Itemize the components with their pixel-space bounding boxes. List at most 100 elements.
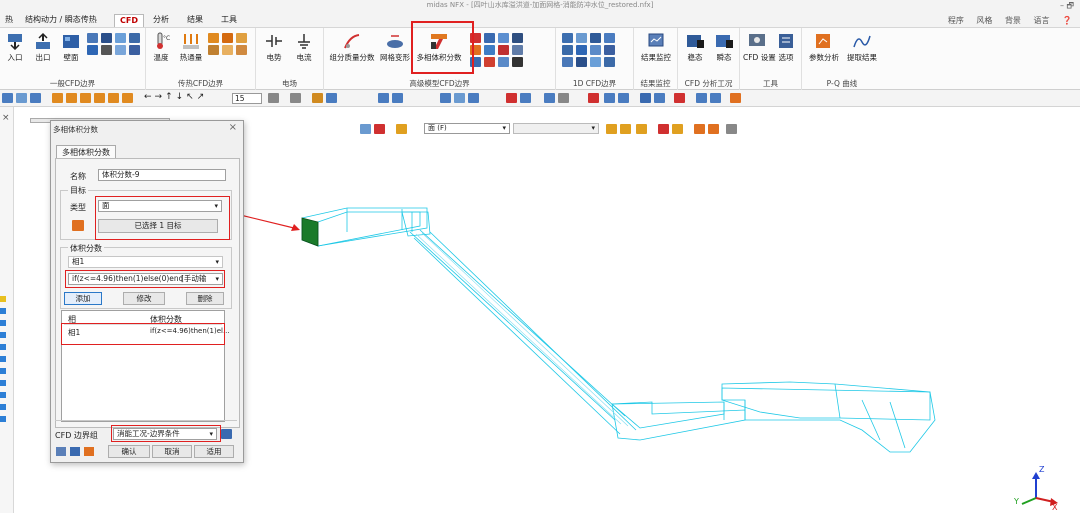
wall-button[interactable]: 壁面 <box>58 32 84 63</box>
grid-icon[interactable] <box>468 93 479 103</box>
parametric-analysis-button[interactable]: 参数分析 <box>806 32 842 63</box>
selected-face[interactable] <box>301 217 319 247</box>
panel-marker-icon[interactable] <box>0 332 6 338</box>
heat-tool-icon[interactable] <box>208 33 219 43</box>
advanced-tool-icon[interactable] <box>484 45 495 55</box>
advanced-tool-icon[interactable] <box>484 33 495 43</box>
modify-button[interactable]: 修改 <box>123 292 165 305</box>
advanced-tool-icon[interactable] <box>512 57 523 67</box>
select-icon[interactable] <box>658 124 669 134</box>
dialog-tool-icon[interactable] <box>70 447 80 456</box>
heat-tool-icon[interactable] <box>236 45 247 55</box>
select-icon[interactable] <box>606 124 617 134</box>
select-icon[interactable] <box>636 124 647 134</box>
tool-icon[interactable] <box>588 93 599 103</box>
options-button[interactable]: 选项 <box>772 32 800 63</box>
view-icon[interactable] <box>94 93 105 103</box>
mesh-deformation-button[interactable]: 网格变形 <box>378 32 412 63</box>
1d-tool-icon[interactable] <box>590 33 601 43</box>
select-icon[interactable] <box>672 124 683 134</box>
boundary-tool-icon[interactable] <box>115 45 126 55</box>
result-monitor-button[interactable]: 结果监控 <box>638 32 674 63</box>
display-icon[interactable] <box>378 93 389 103</box>
outlet-button[interactable]: 出口 <box>30 32 56 63</box>
menu-style[interactable]: 风格 <box>976 16 992 25</box>
tab-multiphase-volume-fraction[interactable]: 多相体积分数 <box>56 145 116 159</box>
menu-results[interactable]: 结果 <box>182 14 208 27</box>
select-icon[interactable] <box>726 124 737 134</box>
boundary-tool-icon[interactable] <box>87 45 98 55</box>
boundary-tool-icon[interactable] <box>101 33 112 43</box>
1d-tool-icon[interactable] <box>590 57 601 67</box>
1d-tool-icon[interactable] <box>576 57 587 67</box>
menu-background[interactable]: 背景 <box>1005 16 1021 25</box>
heat-tool-icon[interactable] <box>208 45 219 55</box>
tool-icon[interactable] <box>640 93 651 103</box>
boundary-tool-icon[interactable] <box>101 45 112 55</box>
tool-icon[interactable] <box>544 93 555 103</box>
panel-marker-icon[interactable] <box>0 368 6 374</box>
boundary-tool-icon[interactable] <box>87 33 98 43</box>
select-icon[interactable] <box>694 124 705 134</box>
view-icon[interactable] <box>66 93 77 103</box>
boundary-tool-icon[interactable] <box>129 45 140 55</box>
1d-tool-icon[interactable] <box>576 33 587 43</box>
select-icon[interactable] <box>360 124 371 134</box>
view-icon[interactable] <box>122 93 133 103</box>
phase-dropdown[interactable]: 相1 ▾ <box>68 256 223 268</box>
cancel-button[interactable]: 取消 <box>152 445 192 458</box>
1d-tool-icon[interactable] <box>562 57 573 67</box>
tool-icon[interactable] <box>674 93 685 103</box>
close-icon[interactable]: × <box>2 113 10 123</box>
view-icon[interactable] <box>52 93 63 103</box>
potential-button[interactable]: 电势 <box>260 32 288 63</box>
view-icon[interactable] <box>108 93 119 103</box>
1d-tool-icon[interactable] <box>562 33 573 43</box>
grid-icon[interactable] <box>440 93 451 103</box>
tool-icon[interactable] <box>604 93 615 103</box>
select-icon[interactable] <box>620 124 631 134</box>
tool-icon[interactable] <box>696 93 707 103</box>
zoom-level-input[interactable]: 15 <box>232 93 262 104</box>
render-icon[interactable] <box>312 93 323 103</box>
render-icon[interactable] <box>268 93 279 103</box>
add-button[interactable]: 添加 <box>64 292 102 305</box>
panel-marker-icon[interactable] <box>0 320 6 326</box>
help-icon[interactable]: ❓ <box>1062 16 1072 25</box>
steady-state-button[interactable]: 稳态 <box>681 32 709 63</box>
tool-icon[interactable] <box>710 93 721 103</box>
apply-button[interactable]: 适用 <box>194 445 234 458</box>
selection-type-dropdown[interactable]: 面 (F) ▾ <box>424 123 510 134</box>
1d-tool-icon[interactable] <box>604 45 615 55</box>
panel-marker-icon[interactable] <box>0 404 6 410</box>
view-icon[interactable] <box>30 93 41 103</box>
view-icon[interactable] <box>80 93 91 103</box>
direction-arrows-icon[interactable]: ←→↑↓↖↗ <box>144 92 207 102</box>
inlet-button[interactable]: 入口 <box>2 32 28 63</box>
tool-icon[interactable] <box>558 93 569 103</box>
1d-tool-icon[interactable] <box>562 45 573 55</box>
render-icon[interactable] <box>290 93 301 103</box>
display-icon[interactable] <box>392 93 403 103</box>
select-target-icon[interactable] <box>72 220 84 231</box>
secondary-filter-dropdown[interactable]: ▾ <box>513 123 599 134</box>
heat-tool-icon[interactable] <box>236 33 247 43</box>
panel-marker-icon[interactable] <box>0 416 6 422</box>
select-icon[interactable] <box>374 124 385 134</box>
advanced-tool-icon[interactable] <box>484 57 495 67</box>
dialog-tool-icon[interactable] <box>84 447 94 456</box>
1d-tool-icon[interactable] <box>576 45 587 55</box>
1d-tool-icon[interactable] <box>604 33 615 43</box>
boundary-tool-icon[interactable] <box>129 33 140 43</box>
panel-marker-icon[interactable] <box>0 380 6 386</box>
species-mass-fraction-button[interactable]: 组分质量分数 <box>328 32 376 63</box>
tool-icon[interactable] <box>520 93 531 103</box>
advanced-tool-icon[interactable] <box>498 45 509 55</box>
tool-icon[interactable] <box>654 93 665 103</box>
1d-tool-icon[interactable] <box>604 57 615 67</box>
panel-marker-icon[interactable] <box>0 296 6 302</box>
grid-icon[interactable] <box>454 93 465 103</box>
filter-icon[interactable] <box>396 124 407 134</box>
select-icon[interactable] <box>708 124 719 134</box>
advanced-tool-icon[interactable] <box>512 33 523 43</box>
